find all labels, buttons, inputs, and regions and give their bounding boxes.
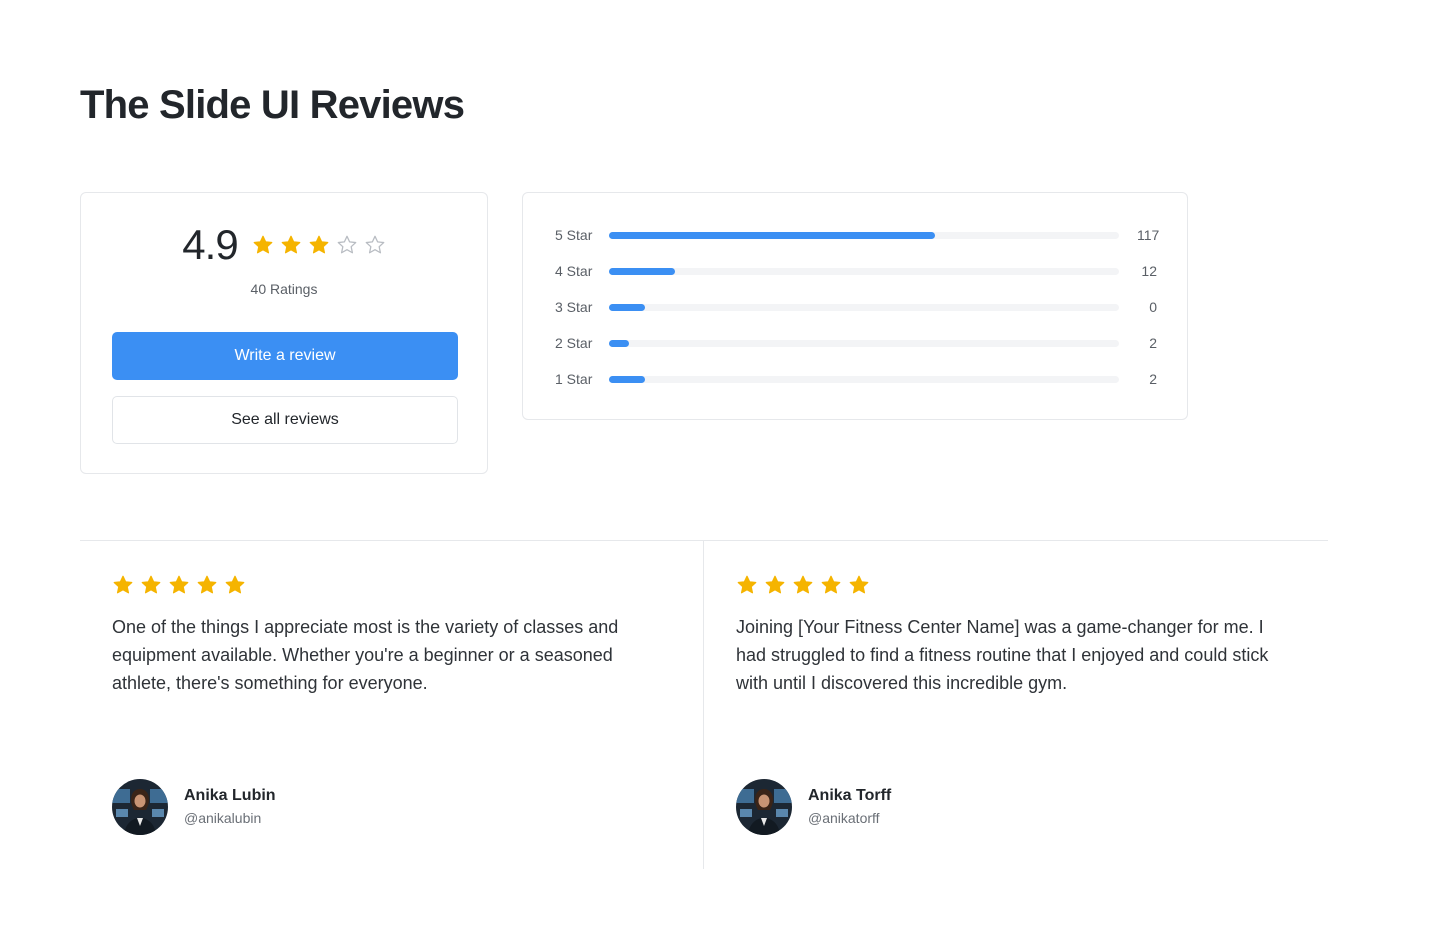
distribution-label: 1 Star: [555, 371, 593, 387]
distribution-fill: [609, 303, 645, 311]
author-info: Anika Lubin @anikalubin: [184, 786, 276, 828]
score-row: 4.9: [81, 217, 487, 273]
distribution-count: 2: [1149, 335, 1157, 351]
distribution-row-1: 1 Star 2: [555, 369, 1157, 389]
review-stars: [736, 574, 870, 596]
review-author: Anika Lubin @anikalubin: [112, 779, 276, 835]
star-icon: [112, 574, 134, 596]
distribution-row-5: 5 Star 117: [555, 225, 1160, 245]
reviews-section: One of the things I appreciate most is t…: [80, 540, 1328, 869]
rating-summary-card: 4.9 40 Ratings Write a review See all re…: [80, 192, 488, 474]
distribution-count: 117: [1137, 227, 1160, 243]
star-icon: [792, 574, 814, 596]
review-text: One of the things I appreciate most is t…: [112, 617, 619, 693]
review-author: Anika Torff @anikatorff: [736, 779, 891, 835]
avatar[interactable]: [112, 779, 168, 835]
star-outline-icon: [336, 234, 358, 256]
distribution-count: 12: [1141, 263, 1157, 279]
review-stars: [112, 574, 246, 596]
distribution-label: 4 Star: [555, 263, 593, 279]
see-all-reviews-button[interactable]: See all reviews: [112, 396, 458, 444]
page-title: The Slide UI Reviews: [80, 83, 465, 127]
author-handle: @anikalubin: [184, 810, 262, 826]
summary-stars: [252, 234, 386, 256]
review-text: Joining [Your Fitness Center Name] was a…: [736, 617, 1269, 693]
distribution-row-2: 2 Star 2: [555, 333, 1157, 353]
distribution-track: [609, 375, 1119, 383]
distribution-label: 2 Star: [555, 335, 593, 351]
star-icon: [252, 234, 274, 256]
distribution-track: [609, 231, 1119, 239]
star-icon: [308, 234, 330, 256]
distribution-fill: [609, 375, 645, 383]
distribution-fill: [609, 267, 676, 275]
star-icon: [168, 574, 190, 596]
distribution-label: 5 Star: [555, 227, 593, 243]
avatar[interactable]: [736, 779, 792, 835]
distribution-fill: [609, 231, 936, 239]
distribution-track: [609, 267, 1119, 275]
review-card: One of the things I appreciate most is t…: [112, 541, 672, 869]
author-handle: @anikatorff: [808, 810, 880, 826]
review-card: Joining [Your Fitness Center Name] was a…: [736, 541, 1296, 869]
distribution-track: [609, 303, 1119, 311]
average-score: 4.9: [182, 221, 238, 268]
distribution-row-4: 4 Star 12: [555, 261, 1157, 281]
write-review-button[interactable]: Write a review: [112, 332, 458, 380]
distribution-count: 2: [1149, 371, 1157, 387]
star-icon: [736, 574, 758, 596]
distribution-track: [609, 339, 1119, 347]
star-icon: [224, 574, 246, 596]
star-icon: [848, 574, 870, 596]
distribution-fill: [609, 339, 630, 347]
ratings-count: 40 Ratings: [250, 281, 318, 297]
author-name: Anika Torff: [808, 787, 892, 804]
star-icon: [196, 574, 218, 596]
distribution-row-3: 3 Star 0: [555, 297, 1157, 317]
star-outline-icon: [364, 234, 386, 256]
star-icon: [820, 574, 842, 596]
distribution-label: 3 Star: [555, 299, 593, 315]
rating-distribution-card: 5 Star 117 4 Star 12 3 Star 0 2 Star 2 1…: [522, 192, 1188, 420]
distribution-count: 0: [1149, 299, 1157, 315]
star-icon: [280, 234, 302, 256]
review-divider: [703, 541, 704, 869]
star-icon: [140, 574, 162, 596]
star-icon: [764, 574, 786, 596]
author-info: Anika Torff @anikatorff: [808, 786, 891, 828]
author-name: Anika Lubin: [184, 787, 276, 804]
